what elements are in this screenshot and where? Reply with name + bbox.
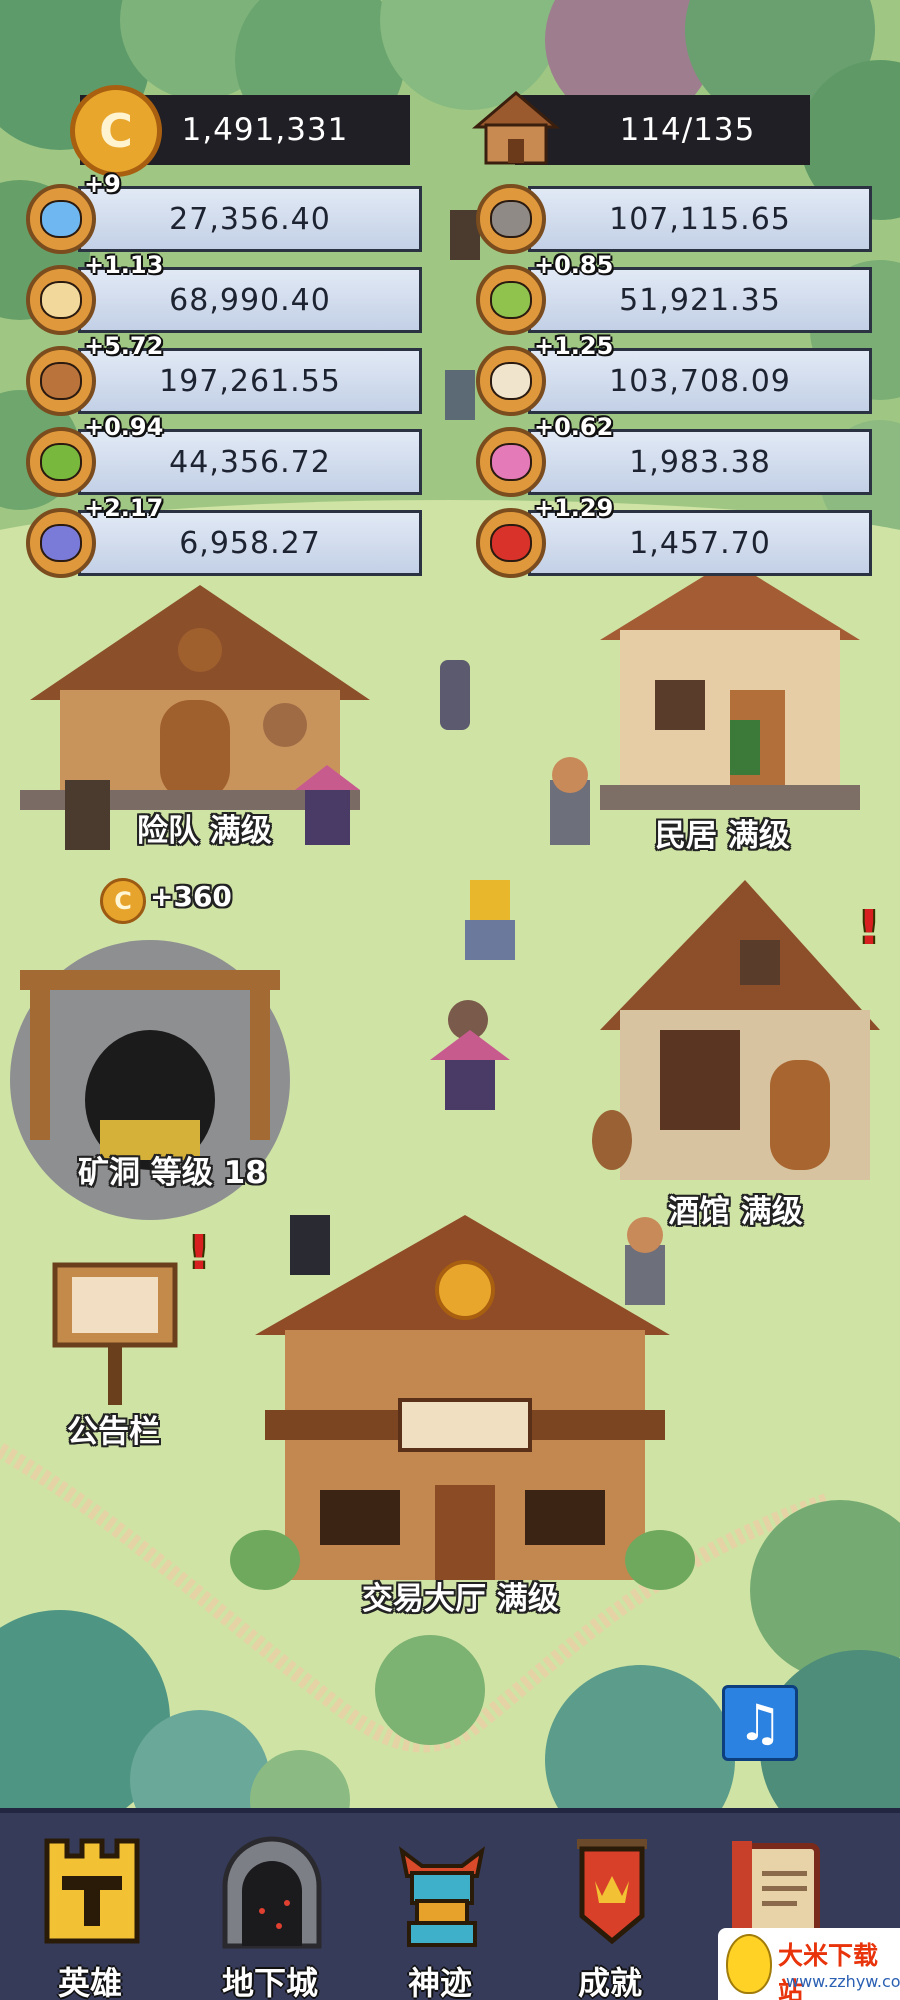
- achievement-banner-icon: [577, 1839, 647, 1945]
- nav-heroes-label: 英雄: [57, 1964, 122, 2000]
- resource-item: 1,983.38 +0.62: [476, 413, 872, 497]
- population-value: 114/135: [619, 112, 756, 148]
- music-note-icon: ♫: [737, 1694, 783, 1752]
- mine-income-value: +360: [150, 880, 232, 913]
- residence-label: 民居 满级: [655, 818, 790, 854]
- resource-item: 68,990.40 +1.13: [26, 251, 422, 335]
- nav-miracle[interactable]: 神迹: [365, 1823, 515, 2000]
- resource-item: 51,921.35 +0.85: [476, 251, 872, 335]
- resource-rate: +2.17: [84, 494, 164, 522]
- watermark-url: www.zzhyw.com: [786, 1972, 900, 1991]
- tavern-button[interactable]: [600, 870, 880, 1180]
- dungeon-portal-icon: [222, 1836, 322, 1949]
- resource-rate: +1.13: [84, 251, 164, 279]
- tavern-label: 酒馆 满级: [668, 1194, 803, 1230]
- zombie-icon: [476, 184, 546, 254]
- game-screen: 1,491,331 C 114/135 27,356.40 +9 107,115.6…: [0, 0, 900, 2000]
- trading-hall-button[interactable]: [255, 1215, 670, 1570]
- resource-value: 27,356.40: [78, 186, 422, 252]
- resource-item: 103,708.09 +1.25: [476, 332, 872, 416]
- resource-rate: +1.29: [534, 494, 614, 522]
- notice-board-button[interactable]: [50, 1255, 180, 1405]
- resource-rate: +5.72: [84, 332, 164, 360]
- notice-board-label: 公告栏: [67, 1414, 160, 1450]
- resource-rate: +0.94: [84, 413, 164, 441]
- resource-item: 107,115.65: [476, 184, 872, 254]
- house-icon: [471, 91, 561, 165]
- mine-income-coin-icon[interactable]: C: [100, 878, 146, 924]
- resource-item: 27,356.40 +9: [26, 170, 422, 254]
- resource-rate: +0.62: [534, 413, 614, 441]
- resource-item: 197,261.55 +5.72: [26, 332, 422, 416]
- adventure-team-label: 险队 满级: [137, 813, 272, 849]
- hero-castle-icon: [44, 1838, 140, 1944]
- mine-label: 矿洞 等级 18: [78, 1155, 267, 1191]
- music-toggle-button[interactable]: ♫: [722, 1685, 798, 1761]
- nav-miracle-label: 神迹: [407, 1964, 472, 2000]
- trading-hall-label: 交易大厅 满级: [362, 1581, 559, 1617]
- nav-heroes[interactable]: 英雄: [15, 1823, 165, 2000]
- nav-dungeon[interactable]: 地下城: [195, 1823, 345, 2000]
- watermark-badge: 大米下载站 www.zzhyw.com: [718, 1928, 900, 2000]
- residence-button[interactable]: [595, 560, 865, 810]
- totem-icon: [399, 1846, 485, 1947]
- resource-rate: +1.25: [534, 332, 614, 360]
- adventure-team-button[interactable]: [20, 580, 370, 810]
- watermark-logo-icon: [726, 1934, 772, 1994]
- resource-item: 44,356.72 +0.94: [26, 413, 422, 497]
- nav-achievements[interactable]: 成就: [535, 1823, 685, 2000]
- nav-achievements-label: 成就: [577, 1964, 642, 2000]
- resource-rate: +9: [84, 170, 121, 198]
- resource-rate: +0.85: [534, 251, 614, 279]
- resource-item: 6,958.27 +2.17: [26, 494, 422, 578]
- resource-value: 107,115.65: [528, 186, 872, 252]
- gold-value: 1,491,331: [181, 112, 349, 148]
- notice-alert-icon: !: [188, 1225, 210, 1281]
- nav-dungeon-label: 地下城: [221, 1964, 318, 2000]
- gold-coin-icon: C: [70, 85, 162, 177]
- mine-button[interactable]: [10, 940, 300, 1150]
